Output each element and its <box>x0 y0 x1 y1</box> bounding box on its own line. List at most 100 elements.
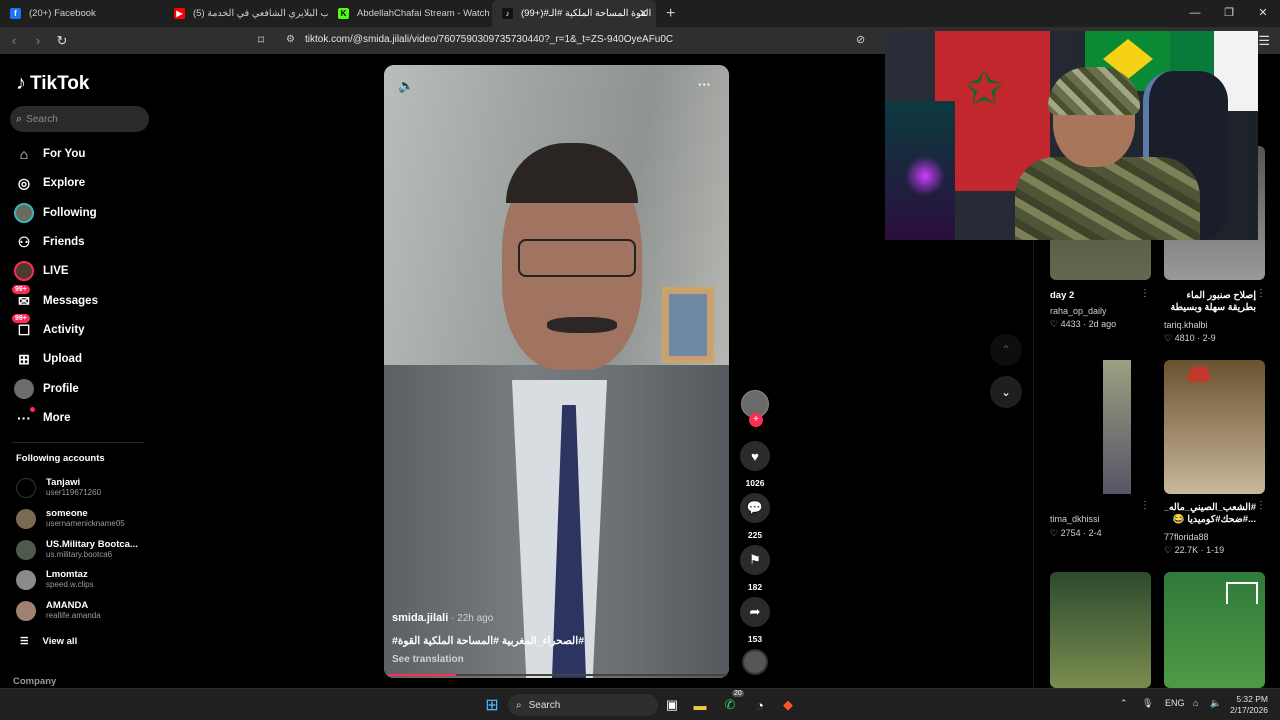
tray-chevron-icon[interactable]: ⌃ <box>1120 698 1128 709</box>
sidebar-item-following[interactable]: Following <box>14 202 97 224</box>
video-thumbnail[interactable] <box>1164 572 1265 688</box>
account-item[interactable]: US.Military Bootca... us.military.bootca6 <box>16 539 138 560</box>
view-all-link[interactable]: ☰ View all <box>20 636 77 647</box>
company-link[interactable]: Company <box>13 676 56 687</box>
more-options-icon[interactable]: ··· <box>698 77 711 92</box>
card-user[interactable]: tima_dkhissi <box>1050 514 1100 524</box>
sidebar-item-live[interactable]: LIVE <box>14 260 69 282</box>
sidebar-item-upload[interactable]: ⊞ Upload <box>14 348 82 370</box>
restore-icon[interactable]: ❐ <box>1212 0 1246 27</box>
activity-icon: ☐ 99+ <box>12 314 34 340</box>
next-video-button[interactable]: ⌄ <box>990 376 1022 408</box>
close-tab-icon[interactable]: ✕ <box>639 7 648 20</box>
sidebar-item-more[interactable]: ··· More <box>14 407 70 429</box>
microphone-icon[interactable]: 🎙 <box>1142 698 1153 709</box>
reload-icon[interactable]: ↻ <box>52 33 72 49</box>
system-clock[interactable]: 5:32 PM 2/17/2026 <box>1230 694 1268 716</box>
tiktok-logo[interactable]: ♪ TikTok <box>16 72 89 95</box>
account-item[interactable]: Tanjawi user119671260 <box>16 477 101 498</box>
site-info-icon[interactable]: ⚙ <box>286 34 295 45</box>
sidebar-item-friends[interactable]: ⚇ Friends <box>14 231 85 253</box>
sidebar-item-for-you[interactable]: ⌂ For You <box>14 143 86 165</box>
account-item[interactable]: someone usernamenickname05 <box>16 508 125 529</box>
card-likes: 22.7K <box>1174 545 1199 555</box>
card-more-icon[interactable]: ⋮ <box>1140 500 1150 511</box>
comment-action[interactable]: 💬 225 <box>739 493 771 540</box>
card-user[interactable]: 77florida88 <box>1164 532 1209 542</box>
url-field[interactable]: tiktok.com/@smida.jilali/video/760759030… <box>305 34 673 45</box>
comment-icon[interactable]: 💬 <box>740 493 770 523</box>
card-user[interactable]: raha_op_daily <box>1050 306 1107 316</box>
card-likes: 4433 <box>1060 319 1081 329</box>
taskbar-search[interactable]: ⌕ Search <box>508 694 658 716</box>
account-name: AMANDA <box>46 600 89 611</box>
follow-plus-icon[interactable]: + <box>749 413 763 427</box>
video-player[interactable]: 🔈 ··· <box>384 65 729 678</box>
windows-start-icon[interactable]: ⊞ <box>482 695 502 715</box>
card-title[interactable]: #الشعب_الصيني_ماله_حل# ...#ضحك#كوميديا 😂 <box>1164 502 1256 526</box>
save-action[interactable]: ⚑ 182 <box>739 545 771 592</box>
minimize-icon[interactable]: — <box>1178 0 1212 27</box>
sidebar-item-messages[interactable]: ✉ 99+ Messages <box>12 285 98 312</box>
share-icon[interactable]: ➦ <box>740 597 770 627</box>
tab-facebook[interactable]: f (20+) Facebook <box>0 0 164 27</box>
card-title[interactable]: إصلاح صنبور الماء بطريقة سهلة وبسيطة #ال… <box>1164 290 1256 314</box>
card-user[interactable]: tariq.khalbi <box>1164 320 1208 330</box>
forward-icon[interactable]: › <box>28 33 48 48</box>
sidebar-item-explore[interactable]: ◎ Explore <box>14 172 85 194</box>
tab-youtube[interactable]: ▶ (5) صاحب البلايري الشافعي في الخدمة <box>164 0 328 27</box>
tab-tiktok[interactable]: ♪ (99+)#القوة المساحة الملكية #الـ ✕ <box>492 0 656 27</box>
video-author[interactable]: smida.jilali <box>392 612 448 624</box>
sidebar-item-activity[interactable]: ☐ 99+ Activity <box>12 314 85 341</box>
card-more-icon[interactable]: ⋮ <box>1140 288 1150 299</box>
search-input[interactable]: ⌕ Search <box>10 106 149 132</box>
brave-browser-icon[interactable]: ◆ <box>778 695 798 715</box>
account-item[interactable]: Lmomtaz speed.w.clips <box>16 569 94 590</box>
volume-icon[interactable]: 🔈 <box>398 78 414 94</box>
video-thumbnail[interactable] <box>1164 360 1265 494</box>
file-explorer-icon[interactable]: ▬ <box>690 695 710 715</box>
progress-fill <box>388 674 456 676</box>
sidebar-item-label: Following <box>43 207 97 219</box>
messages-badge: 99+ <box>12 285 30 294</box>
account-item[interactable]: AMANDA reallife.amanda <box>16 600 101 621</box>
mute-site-icon[interactable]: ⊘ <box>856 33 865 46</box>
previous-video-button[interactable]: ⌃ <box>990 334 1022 366</box>
see-translation-link[interactable]: See translation <box>392 654 464 665</box>
close-window-icon[interactable]: ✕ <box>1246 0 1280 27</box>
account-username: us.military.bootca6 <box>46 550 113 559</box>
network-icon[interactable]: ⌂ <box>1193 698 1198 708</box>
video-thumbnail[interactable] <box>1050 572 1151 688</box>
steam-icon[interactable]: ◔ <box>750 695 770 715</box>
video-description[interactable]: #الصحراء_المغربية #المساحة الملكية القوة… <box>392 635 584 647</box>
language-indicator[interactable]: ENG <box>1165 698 1185 708</box>
card-more-icon[interactable]: ⋮ <box>1256 288 1266 299</box>
whatsapp-icon[interactable]: ✆ 20 <box>720 690 744 715</box>
card-likes: 4810 <box>1174 333 1195 343</box>
like-count: 1026 <box>745 478 765 488</box>
like-action[interactable]: ♥ 1026 <box>739 441 771 488</box>
bookmark-save-icon[interactable]: ⚑ <box>740 545 770 575</box>
new-tab-button[interactable]: + <box>666 5 675 23</box>
share-action[interactable]: ➦ 153 <box>739 597 771 644</box>
card-date: 2-4 <box>1088 528 1102 538</box>
music-disc-icon[interactable] <box>742 649 768 675</box>
creator-avatar-group[interactable]: + <box>739 390 771 427</box>
creator-avatar[interactable]: + <box>741 390 769 427</box>
tab-kick[interactable]: K AbdellahChafai Stream - Watch Live <box>328 0 492 27</box>
volume-icon[interactable]: 🔈 <box>1210 698 1221 709</box>
video-progress-bar[interactable] <box>388 674 727 676</box>
card-stats: ♡ 4810 · 2-9 <box>1164 333 1216 343</box>
video-thumbnail[interactable] <box>1050 360 1151 494</box>
card-more-icon[interactable]: ⋮ <box>1256 500 1266 511</box>
sidebar-item-profile[interactable]: Profile <box>14 378 79 400</box>
back-icon[interactable]: ‹ <box>4 33 24 48</box>
browser-menu-icon[interactable]: ☰ <box>1258 33 1270 49</box>
bookmark-icon[interactable]: ⌑ <box>258 33 264 47</box>
browser-tab-bar: f (20+) Facebook ▶ (5) صاحب البلايري الش… <box>0 0 1280 27</box>
heart-icon[interactable]: ♥ <box>740 441 770 471</box>
following-accounts-title: Following accounts <box>16 453 105 464</box>
comment-count: 225 <box>747 530 763 540</box>
card-title[interactable]: day 2 <box>1050 290 1142 301</box>
task-view-icon[interactable]: ▣ <box>662 695 682 715</box>
